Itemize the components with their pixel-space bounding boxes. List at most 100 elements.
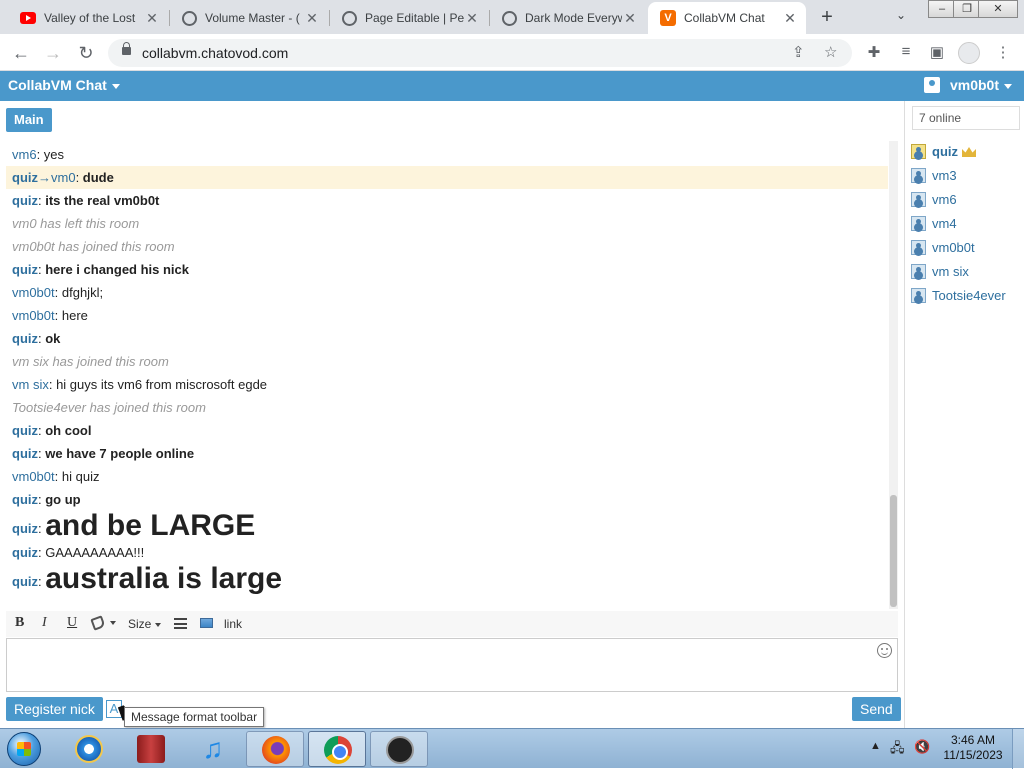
send-button[interactable]: Send	[852, 697, 901, 721]
close-icon[interactable]: ✕	[622, 10, 638, 27]
underline-button[interactable]: U	[67, 615, 77, 631]
system-message: vm0 has left this room	[6, 212, 888, 235]
system-clock[interactable]: 3:46 AM 11/15/2023	[938, 733, 1008, 763]
message-nick[interactable]: quiz	[12, 193, 38, 208]
message-text: here i changed his nick	[45, 262, 190, 277]
share-icon[interactable]: ⇪	[792, 43, 805, 61]
message-list[interactable]: vm6: yes quiz→vm0: dude quiz: its the real…	[6, 143, 888, 609]
taskbar-obs[interactable]	[370, 731, 428, 767]
browser-tab[interactable]: Volume Master - ( ✕	[170, 2, 328, 34]
message-recipient[interactable]: vm0	[51, 170, 76, 185]
brand-menu[interactable]: CollabVM Chat	[8, 77, 120, 93]
network-icon[interactable]: 🖧	[890, 739, 905, 761]
side-panel-icon[interactable]: ▣	[927, 43, 947, 61]
message-nick[interactable]: quiz	[12, 423, 38, 438]
chat-message: vm6: yes	[6, 143, 888, 166]
volume-muted-icon[interactable]: 🔇	[914, 739, 930, 755]
close-icon[interactable]: ✕	[144, 10, 160, 27]
user-list-item[interactable]: vm6	[911, 188, 1023, 212]
taskbar: ♫ ▲ 🖧 🔇 3:46 AM 11/15/2023	[0, 728, 1024, 769]
nick-separator: :	[36, 147, 44, 162]
format-toolbar: B I U Size link	[6, 611, 898, 637]
message-scrollbar[interactable]	[889, 141, 898, 609]
browser-tab[interactable]: Valley of the Lost ✕	[8, 2, 168, 34]
minimize-icon[interactable]: –	[928, 0, 956, 18]
browser-tab-strip: Valley of the Lost ✕ Volume Master - ( ✕…	[0, 0, 1024, 34]
start-orb-icon[interactable]	[7, 732, 41, 766]
firefox-icon	[262, 736, 290, 764]
profile-avatar-icon[interactable]	[958, 42, 980, 64]
reload-icon[interactable]: ↻	[73, 40, 99, 66]
nick-separator: :	[48, 377, 57, 392]
bold-button[interactable]: B	[15, 615, 24, 631]
message-nick[interactable]: quiz	[12, 521, 38, 536]
music-note-icon: ♫	[202, 733, 224, 764]
link-button[interactable]: link	[224, 617, 242, 631]
taskbar-firefox[interactable]	[246, 731, 304, 767]
back-arrow-icon[interactable]: ←	[8, 40, 34, 66]
user-list-item[interactable]: vm six	[911, 260, 1023, 284]
chat-message: vm0b0t: here	[6, 304, 888, 327]
taskbar-ie[interactable]	[60, 731, 118, 767]
close-icon[interactable]: ✕	[782, 10, 798, 27]
kebab-menu-icon[interactable]: ⋮	[993, 43, 1013, 61]
smiley-icon[interactable]	[877, 643, 892, 658]
close-icon[interactable]: ✕	[304, 10, 320, 27]
color-chevron-icon[interactable]	[106, 615, 116, 629]
message-nick[interactable]: quiz	[12, 492, 38, 507]
user-list-item[interactable]: vm3	[911, 164, 1023, 188]
message-nick[interactable]: quiz	[12, 331, 38, 346]
tray-expand-icon[interactable]: ▲	[870, 740, 881, 752]
user-list-item[interactable]: vm0b0t	[911, 236, 1023, 260]
private-arrow-icon: →	[38, 170, 51, 185]
message-nick[interactable]: vm0b0t	[12, 285, 55, 300]
message-nick[interactable]: quiz	[12, 446, 38, 461]
close-icon[interactable]: ✕	[464, 10, 480, 27]
user-name: vm4	[932, 216, 957, 231]
restore-icon[interactable]: ❐	[953, 0, 981, 18]
tab-search-chevron-icon[interactable]: ⌄	[896, 8, 906, 22]
message-nick[interactable]: vm0b0t	[12, 308, 55, 323]
tab-main[interactable]: Main	[6, 108, 52, 132]
address-bar[interactable]: collabvm.chatovod.com ⇪ ☆	[108, 39, 852, 67]
taskbar-package[interactable]	[122, 731, 180, 767]
message-input[interactable]	[6, 638, 898, 692]
list-icon[interactable]	[174, 618, 187, 629]
taskbar-music[interactable]: ♫	[184, 731, 242, 767]
size-dropdown[interactable]: Size	[128, 617, 162, 631]
chevron-down-icon	[1004, 83, 1012, 89]
message-nick[interactable]: quiz	[12, 262, 38, 277]
message-nick[interactable]: vm six	[12, 377, 49, 392]
media-queue-icon[interactable]: ≡	[896, 43, 916, 60]
extensions-puzzle-icon[interactable]: ✚	[864, 43, 884, 61]
bookmark-star-icon[interactable]: ☆	[824, 43, 837, 61]
message-nick[interactable]: quiz	[12, 170, 38, 185]
url-text: collabvm.chatovod.com	[142, 45, 289, 61]
new-tab-button[interactable]: +	[816, 6, 838, 29]
user-list-item[interactable]: quiz	[911, 140, 1023, 164]
user-list-item[interactable]: Tootsie4ever	[911, 284, 1023, 308]
browser-tab[interactable]: Page Editable | Pe ✕	[330, 2, 488, 34]
italic-button[interactable]: I	[42, 615, 47, 631]
user-list-item[interactable]: vm4	[911, 212, 1023, 236]
window-close-icon[interactable]: ✕	[978, 0, 1018, 18]
browser-tab-active[interactable]: V CollabVM Chat ✕	[648, 2, 806, 34]
user-menu[interactable]: vm0b0t	[923, 77, 1012, 93]
browser-tab[interactable]: Dark Mode Everyw ✕	[490, 2, 646, 34]
tab-title: CollabVM Chat	[684, 11, 765, 25]
image-icon[interactable]	[200, 618, 213, 628]
chat-message: vm0b0t: hi quiz	[6, 465, 888, 488]
chevron-down-icon	[155, 622, 162, 627]
message-nick[interactable]: vm6	[12, 147, 37, 162]
text-color-icon[interactable]	[90, 615, 106, 631]
message-nick[interactable]: quiz	[12, 545, 38, 560]
show-desktop-button[interactable]	[1012, 729, 1024, 769]
register-nick-button[interactable]: Register nick	[6, 697, 103, 721]
forward-arrow-icon[interactable]: →	[40, 40, 66, 66]
scrollbar-thumb[interactable]	[890, 495, 897, 607]
user-name: quiz	[932, 144, 958, 159]
taskbar-chrome[interactable]	[308, 731, 366, 767]
message-nick[interactable]: vm0b0t	[12, 469, 55, 484]
globe-icon	[182, 10, 197, 26]
message-nick[interactable]: quiz	[12, 574, 38, 589]
